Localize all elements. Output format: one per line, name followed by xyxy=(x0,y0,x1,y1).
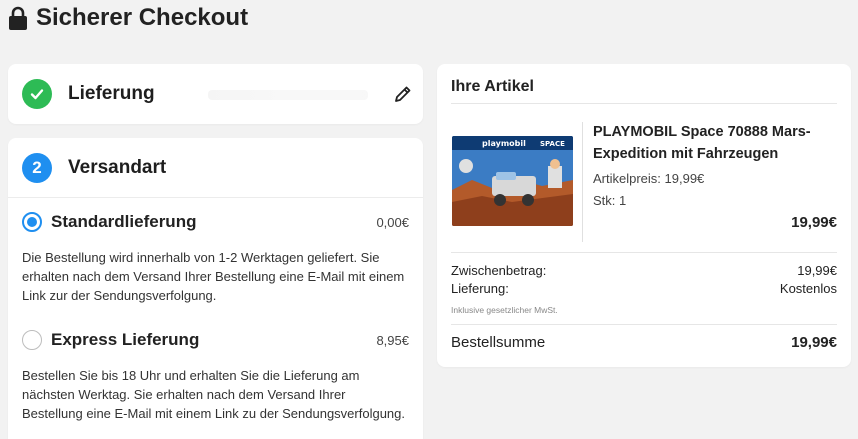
option-price: 0,00€ xyxy=(376,214,409,230)
product-brand: playmobil xyxy=(482,139,526,148)
shipping-cost-row: Lieferung: Kostenlos xyxy=(451,281,837,296)
lock-icon xyxy=(9,6,27,30)
product-divider xyxy=(582,122,583,242)
shipping-step-header: 2 Versandart xyxy=(8,138,423,198)
order-total-label: Bestellsumme xyxy=(451,334,546,351)
page-title-text: Sicherer Checkout xyxy=(36,4,249,31)
shipping-step-card: 2 Versandart Standardlieferung 0,00€ Die… xyxy=(8,138,423,439)
shipping-option-express[interactable]: Express Lieferung 8,95€ Bestellen Sie bi… xyxy=(22,328,409,423)
order-items-card: Ihre Artikel playmobil SPACE PLAYMOBIL S… xyxy=(437,64,851,367)
page-title: Sicherer Checkout xyxy=(8,4,248,32)
step-number-badge: 2 xyxy=(22,152,52,183)
order-total-row: Bestellsumme 19,99€ xyxy=(451,334,837,351)
total-divider xyxy=(451,324,837,325)
delivery-step-card: Lieferung xyxy=(8,64,423,124)
product-badge: SPACE xyxy=(540,140,565,148)
delivery-step-title: Lieferung xyxy=(68,83,155,104)
product-name[interactable]: PLAYMOBIL Space 70888 Mars-Expedition mi… xyxy=(593,121,838,165)
option-label: Express Lieferung xyxy=(51,330,200,349)
product-quantity: Stk: 1 xyxy=(593,193,627,208)
order-total-value: 19,99€ xyxy=(791,334,837,351)
shipping-cost-label: Lieferung: xyxy=(451,281,509,296)
shipping-step-title: Versandart xyxy=(68,156,167,178)
product-total: 19,99€ xyxy=(791,214,837,231)
option-description: Die Bestellung wird innerhalb von 1-2 We… xyxy=(22,250,405,303)
check-icon xyxy=(22,79,52,109)
shipping-cost-value: Kostenlos xyxy=(779,281,837,296)
subtotal-value: 19,99€ xyxy=(797,263,837,278)
option-label: Standardlieferung xyxy=(51,212,197,231)
subtotal-label: Zwischenbetrag: xyxy=(451,263,547,278)
vat-note: Inklusive gesetzlicher MwSt. xyxy=(451,305,558,315)
product-unit-price: Artikelpreis: 19,99€ xyxy=(593,171,705,186)
shipping-option-standard[interactable]: Standardlieferung 0,00€ Die Bestellung w… xyxy=(22,210,409,305)
items-title: Ihre Artikel xyxy=(451,78,837,104)
radio-express[interactable] xyxy=(22,330,42,350)
redacted-address xyxy=(208,90,368,100)
pencil-icon[interactable] xyxy=(393,84,413,104)
summary-divider xyxy=(451,252,837,253)
option-description: Bestellen Sie bis 18 Uhr und erhalten Si… xyxy=(22,368,405,421)
option-price: 8,95€ xyxy=(376,332,409,348)
subtotal-row: Zwischenbetrag: 19,99€ xyxy=(451,263,837,278)
radio-standard[interactable] xyxy=(22,212,42,232)
product-image: playmobil SPACE xyxy=(452,136,573,226)
